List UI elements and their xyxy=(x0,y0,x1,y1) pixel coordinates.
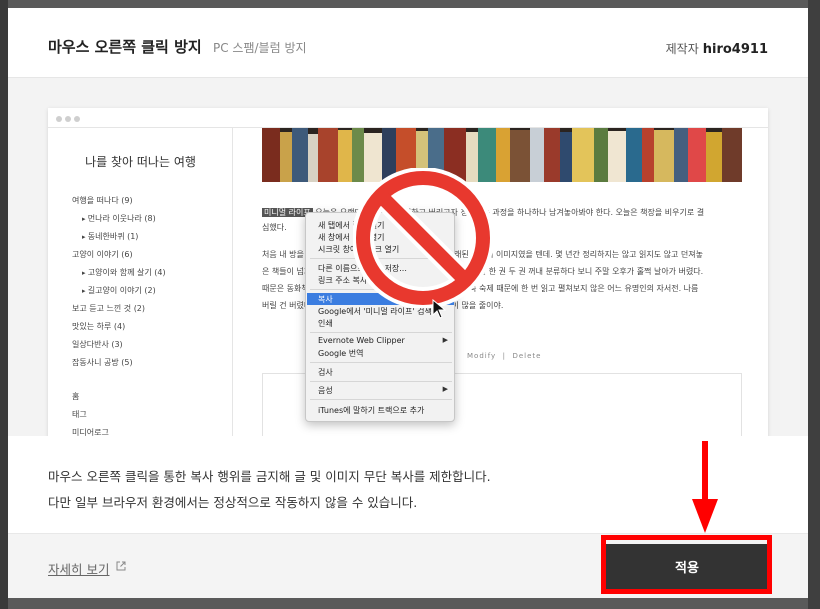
browser-title-bar xyxy=(48,108,768,128)
modal-header: 마우스 오른쪽 클릭 방지 PC 스팸/블럼 방지 제작자 hiro4911 xyxy=(8,8,808,78)
modal-title: 마우스 오른쪽 클릭 방지 xyxy=(48,38,202,56)
category-item: 맛있는 하루 (4) xyxy=(72,322,126,331)
prohibition-icon xyxy=(353,168,493,308)
annotation-highlight-box xyxy=(601,535,772,594)
context-menu-item: Evernote Web Clipper xyxy=(318,336,405,345)
category-item: 고양이와 함께 살기 (4) xyxy=(82,267,166,278)
background-edge-right xyxy=(808,0,820,609)
category-item: 보고 듣고 느낀 것 (2) xyxy=(72,304,146,313)
author-label: 제작자 xyxy=(665,42,699,56)
modal-subtitle: PC 스팸/블럼 방지 xyxy=(213,41,307,55)
context-menu-item-copy: 복사 xyxy=(318,295,333,304)
window-dot-icon xyxy=(65,116,71,122)
mouse-cursor-icon xyxy=(432,299,446,319)
category-item: 고양이 이야기 (6) xyxy=(72,250,133,259)
books-header-image xyxy=(262,128,742,182)
nav-item-medialog: 미디어로그 xyxy=(72,428,109,436)
submenu-arrow-icon: ▶ xyxy=(442,336,448,344)
blog-sidebar: 나를 찾아 떠나는 여행 여행을 떠나다 (9) 먼나라 이웃나라 (8) 동네… xyxy=(48,128,233,436)
modify-link: Modify xyxy=(467,352,497,360)
context-menu-item: 검사 xyxy=(318,368,333,377)
window-dot-icon xyxy=(74,116,80,122)
context-menu-item: Google 번역 xyxy=(318,349,364,358)
category-item: 일상다반사 (3) xyxy=(72,340,123,349)
context-menu-item: 인쇄 xyxy=(318,319,333,328)
nav-item-home: 홈 xyxy=(72,392,80,401)
background-edge-left xyxy=(0,0,8,609)
author-name: hiro4911 xyxy=(702,42,768,57)
description-line-2: 다만 일부 브라우저 환경에서는 정상적으로 작동하지 않을 수 있습니다. xyxy=(48,495,418,510)
category-item: 동네한바퀴 (1) xyxy=(82,231,139,242)
category-item: 먼나라 이웃나라 (8) xyxy=(82,213,156,224)
nav-item-tag: 태그 xyxy=(72,410,87,419)
delete-link: Delete xyxy=(512,352,542,360)
author-info: 제작자 hiro4911 xyxy=(666,40,768,57)
category-item: 길고양이 이야기 (2) xyxy=(82,285,156,296)
category-item: 여행을 떠나다 (9) xyxy=(72,196,133,205)
more-info-link[interactable]: 자세히 보기 xyxy=(48,559,109,578)
context-menu-item: iTunes에 말하기 트랙으로 추가 xyxy=(318,406,425,415)
submenu-arrow-icon: ▶ xyxy=(442,385,448,393)
preview-area: 나를 찾아 떠나는 여행 여행을 떠나다 (9) 먼나라 이웃나라 (8) 동네… xyxy=(8,78,808,436)
post-actions: Modify | Delete xyxy=(467,352,542,360)
description-line-1: 마우스 오른쪽 클릭을 통한 복사 행위를 금지해 글 및 이미지 무단 복사를… xyxy=(48,469,491,484)
context-menu-item: 음성 xyxy=(318,386,333,395)
blog-title: 나를 찾아 떠나는 여행 xyxy=(85,155,196,169)
window-dot-icon xyxy=(56,116,62,122)
external-link-icon xyxy=(116,561,126,571)
plugin-modal: 마우스 오른쪽 클릭 방지 PC 스팸/블럼 방지 제작자 hiro4911 나를… xyxy=(8,8,808,598)
category-item: 잡동사니 공방 (5) xyxy=(72,358,133,367)
annotation-arrow-icon xyxy=(692,441,718,533)
